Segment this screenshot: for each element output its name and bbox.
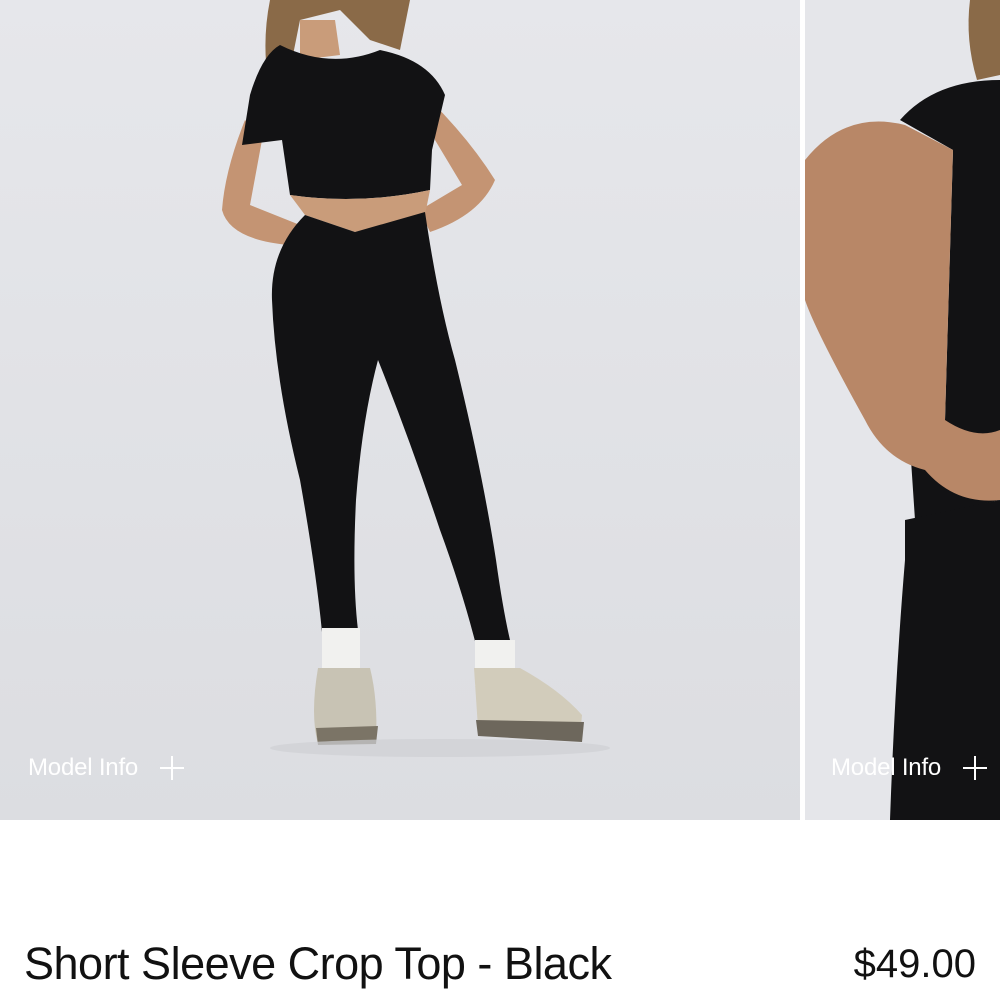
product-title: Short Sleeve Crop Top - Black [24,938,612,989]
product-page: Model Info Model Info Short Sleeve Crop … [0,0,1000,1000]
model-info-label: Model Info [28,754,139,781]
model-info-toggle[interactable]: Model Info [28,754,185,782]
product-photo-closeup [805,0,1000,820]
model-info-toggle-2[interactable]: Model Info [831,754,988,782]
product-photo-full-body [0,0,800,820]
model-info-label: Model Info [831,754,942,781]
product-image-gallery[interactable]: Model Info Model Info [0,0,1000,820]
product-image-slide-1[interactable]: Model Info [0,0,800,820]
plus-icon [963,756,988,780]
plus-icon [160,756,185,780]
product-image-slide-2[interactable]: Model Info [805,0,1000,820]
product-price: $49.00 [853,942,976,986]
